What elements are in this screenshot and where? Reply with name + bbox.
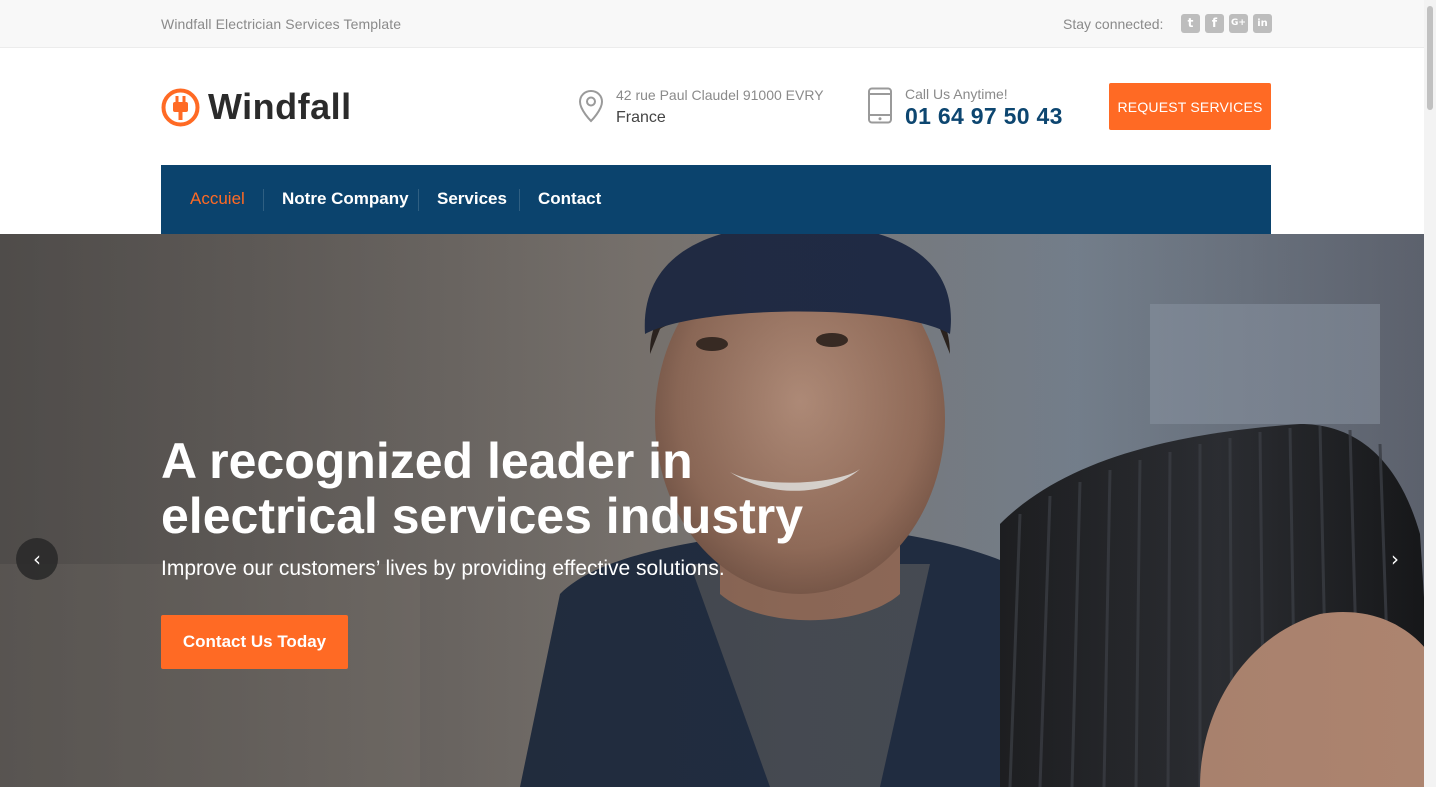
twitter-icon[interactable]: t [1181,14,1200,33]
nav-divider [263,189,264,211]
nav-item-accueil[interactable]: Accuiel [190,189,245,209]
call-label: Call Us Anytime! [905,86,1008,102]
logo-text[interactable]: Windfall [208,86,352,128]
scrollbar-thumb[interactable] [1427,6,1433,110]
facebook-icon[interactable]: f [1205,14,1224,33]
slider-prev-arrow-icon[interactable]: ‹ [16,538,58,580]
google-plus-icon[interactable]: G+ [1229,14,1248,33]
contact-us-button[interactable]: Contact Us Today [161,615,348,669]
nav-item-services[interactable]: Services [437,189,507,209]
hero-subtitle: Improve our customers’ lives by providin… [161,557,725,580]
address-line-1: 42 rue Paul Claudel 91000 EVRY [616,87,824,103]
linkedin-icon[interactable]: in [1253,14,1272,33]
page-scrollbar[interactable] [1424,0,1436,787]
nav-divider [418,189,419,211]
address-line-2: France [616,109,666,126]
main-nav: Accuiel Notre Company Services Contact [161,165,1271,234]
hero-slider: A recognized leader in electrical servic… [0,234,1436,787]
mobile-phone-icon [868,87,892,124]
site-tagline: Windfall Electrician Services Template [161,16,402,32]
stay-connected-label: Stay connected: [1063,16,1164,32]
nav-item-contact[interactable]: Contact [538,189,601,209]
nav-item-notre-company[interactable]: Notre Company [282,189,409,209]
plug-logo-icon[interactable] [161,88,200,127]
call-number[interactable]: 01 64 97 50 43 [905,103,1063,130]
map-pin-icon [578,89,604,123]
nav-divider [519,189,520,211]
top-bar: Windfall Electrician Services Template S… [0,0,1436,48]
hero-title: A recognized leader in electrical servic… [161,433,804,544]
slider-next-arrow-icon[interactable]: › [1374,538,1416,580]
request-services-button[interactable]: REQUEST SERVICES [1109,83,1271,130]
